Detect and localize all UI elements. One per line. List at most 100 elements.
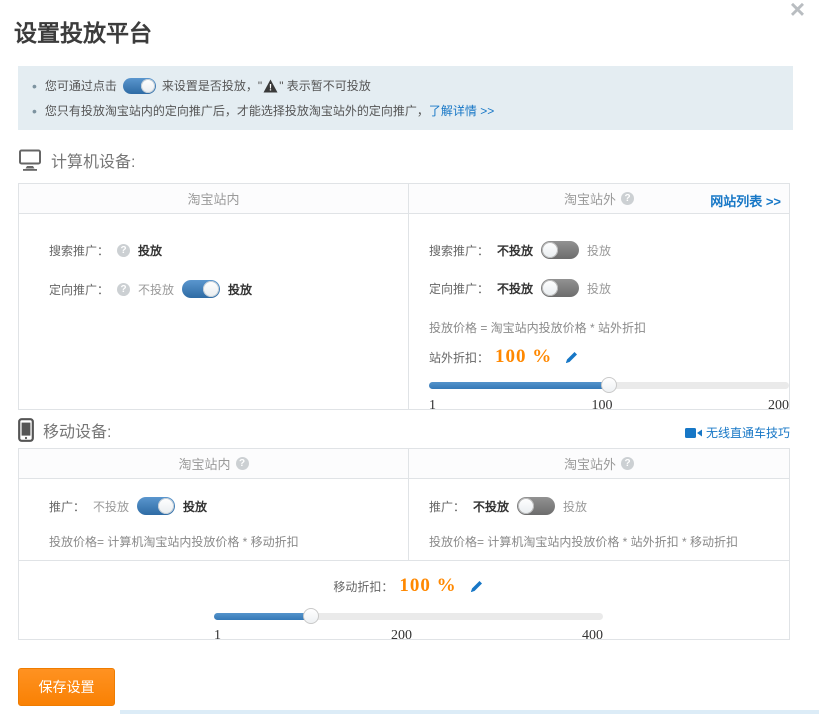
slider-handle[interactable] xyxy=(303,608,319,624)
promo-label: 推广： xyxy=(49,498,85,515)
header-taobao-outside: 淘宝站外 ? xyxy=(409,449,789,478)
search-promo-row: 搜索推广： 不投放 投放 xyxy=(429,239,789,261)
outside-discount-label: 站外折扣： xyxy=(429,349,489,366)
slider-min-label: 1 xyxy=(429,398,436,414)
header-label: 淘宝站内 xyxy=(178,454,230,473)
mobile-table-header: 淘宝站内 ? 淘宝站外 ? xyxy=(19,449,789,479)
target-promo-row: 定向推广： ? 不投放 投放 xyxy=(49,278,408,300)
state-off-label: 不投放 xyxy=(473,498,509,515)
mobile-discount-line: 移动折扣： 100 % xyxy=(214,575,603,597)
warning-triangle-icon: ! xyxy=(263,79,278,93)
mobile-outside-toggle[interactable] xyxy=(517,497,555,515)
mobile-inside-formula: 投放价格= 计算机淘宝站内投放价格 * 移动折扣 xyxy=(49,533,408,550)
example-toggle xyxy=(123,78,156,94)
mobile-section-header: 移动设备: xyxy=(18,418,111,442)
mobile-discount-value: 100 % xyxy=(399,575,456,597)
state-on-label: 投放 xyxy=(587,280,611,297)
page-title: 设置投放平台 xyxy=(14,14,152,48)
mobile-inside-cell: 推广： 不投放 投放 投放价格= 计算机淘宝站内投放价格 * 移动折扣 xyxy=(19,479,409,560)
pencil-icon[interactable] xyxy=(564,350,579,365)
target-promo-row: 定向推广： 不投放 投放 xyxy=(429,277,789,299)
slider-labels: 1 100 200 xyxy=(429,398,789,414)
state-off-label: 不投放 xyxy=(138,281,174,298)
bullet-icon: • xyxy=(32,103,37,119)
svg-text:!: ! xyxy=(269,82,272,92)
mobile-discount-slider: 1 200 400 xyxy=(214,613,603,644)
header-label: 淘宝站外 xyxy=(564,189,616,208)
wireless-tips-label: 无线直通车技巧 xyxy=(706,424,790,441)
mobile-discount-label: 移动折扣： xyxy=(333,578,393,595)
toggle-knob[interactable] xyxy=(542,242,558,258)
state-on-label: 投放 xyxy=(563,498,587,515)
pencil-icon[interactable] xyxy=(469,579,484,594)
outside-discount-value: 100 % xyxy=(495,346,552,368)
search-promo-row: 搜索推广： ? 投放 xyxy=(49,239,408,261)
state-off-label: 不投放 xyxy=(497,280,533,297)
target-promo-toggle[interactable] xyxy=(182,280,220,298)
help-icon[interactable]: ? xyxy=(621,192,634,205)
computer-section-header: 计算机设备: xyxy=(18,148,135,172)
mobile-platform-table: 淘宝站内 ? 淘宝站外 ? 推广： 不投放 投放 投放价格= 计算机淘宝站内投放… xyxy=(18,448,790,640)
slider-labels: 1 200 400 xyxy=(214,628,603,644)
close-icon[interactable]: × xyxy=(790,0,805,22)
slider-mid-label: 100 xyxy=(592,398,613,414)
outside-price-formula: 投放价格 = 淘宝站内投放价格 * 站外折扣 xyxy=(429,319,789,336)
save-settings-button[interactable]: 保存设置 xyxy=(18,668,115,706)
video-camera-icon xyxy=(685,427,702,439)
target-promo-toggle[interactable] xyxy=(541,279,579,297)
computer-outside-cell: 搜索推广： 不投放 投放 定向推广： 不投放 投放 投放价格 = 淘宝站内投放价… xyxy=(409,214,789,410)
header-taobao-inside: 淘宝站内 xyxy=(19,184,409,213)
target-promo-label: 定向推广： xyxy=(429,280,489,297)
promo-row: 推广： 不投放 投放 xyxy=(49,495,408,517)
promo-label: 推广： xyxy=(429,498,465,515)
help-icon[interactable]: ? xyxy=(621,457,634,470)
state-on-label: 投放 xyxy=(587,242,611,259)
toggle-knob[interactable] xyxy=(542,280,558,296)
computer-inside-cell: 搜索推广： ? 投放 定向推广： ? 不投放 投放 xyxy=(19,214,409,410)
help-icon[interactable]: ? xyxy=(236,457,249,470)
state-off-label: 不投放 xyxy=(497,242,533,259)
search-promo-label: 搜索推广： xyxy=(49,242,109,259)
slider-track[interactable] xyxy=(429,382,789,389)
toggle-knob[interactable] xyxy=(158,498,174,514)
slider-min-label: 1 xyxy=(214,628,221,644)
help-icon[interactable]: ? xyxy=(117,244,130,257)
website-list-link[interactable]: 网站列表 >> xyxy=(710,191,781,210)
help-icon[interactable]: ? xyxy=(117,283,130,296)
notice-text-mid: 来设置是否投放，" xyxy=(162,77,262,94)
state-on-label: 投放 xyxy=(183,498,207,515)
phone-icon xyxy=(18,418,34,442)
mobile-inside-toggle[interactable] xyxy=(137,497,175,515)
toggle-knob xyxy=(141,79,155,93)
outside-discount-slider: 1 100 200 xyxy=(429,382,789,414)
bullet-icon: • xyxy=(32,78,37,94)
header-label: 淘宝站外 xyxy=(564,454,616,473)
toggle-knob[interactable] xyxy=(518,498,534,514)
notice-text-2: 您只有投放淘宝站内的定向推广后，才能选择投放淘宝站外的定向推广， xyxy=(45,102,429,119)
header-taobao-inside: 淘宝站内 ? xyxy=(19,449,409,478)
mobile-outside-cell: 推广： 不投放 投放 投放价格= 计算机淘宝站内投放价格 * 站外折扣 * 移动… xyxy=(409,479,789,560)
header-label: 淘宝站内 xyxy=(187,189,239,208)
learn-more-link[interactable]: 了解详情 >> xyxy=(429,102,494,119)
promo-row: 推广： 不投放 投放 xyxy=(429,495,789,517)
state-off-label: 不投放 xyxy=(93,498,129,515)
computer-table-header: 淘宝站内 淘宝站外 ? 网站列表 >> xyxy=(19,184,789,214)
header-taobao-outside: 淘宝站外 ? 网站列表 >> xyxy=(409,184,789,213)
notice-box: • 您可通过点击 来设置是否投放，" ! " 表示暂不可投放 • 您只有投放淘宝… xyxy=(18,66,793,130)
slider-mid-label: 200 xyxy=(391,628,412,644)
slider-track[interactable] xyxy=(214,613,603,620)
search-promo-label: 搜索推广： xyxy=(429,242,489,259)
wireless-tips-link[interactable]: 无线直通车技巧 xyxy=(685,424,790,441)
notice-text-post: " 表示暂不可投放 xyxy=(279,77,371,94)
monitor-icon xyxy=(18,149,42,171)
toggle-knob[interactable] xyxy=(203,281,219,297)
notice-line-2: • 您只有投放淘宝站内的定向推广后，才能选择投放淘宝站外的定向推广， 了解详情 … xyxy=(32,98,779,123)
mobile-discount-row: 移动折扣： 100 % 1 200 400 xyxy=(19,560,789,640)
slider-handle[interactable] xyxy=(601,377,617,393)
slider-fill xyxy=(429,382,609,389)
notice-text-pre: 您可通过点击 xyxy=(45,77,117,94)
slider-max-label: 200 xyxy=(768,398,789,414)
outside-discount-line: 站外折扣： 100 % xyxy=(429,346,789,368)
search-promo-toggle[interactable] xyxy=(541,241,579,259)
computer-platform-table: 淘宝站内 淘宝站外 ? 网站列表 >> 搜索推广： ? 投放 定向推广： ? 不… xyxy=(18,183,790,410)
